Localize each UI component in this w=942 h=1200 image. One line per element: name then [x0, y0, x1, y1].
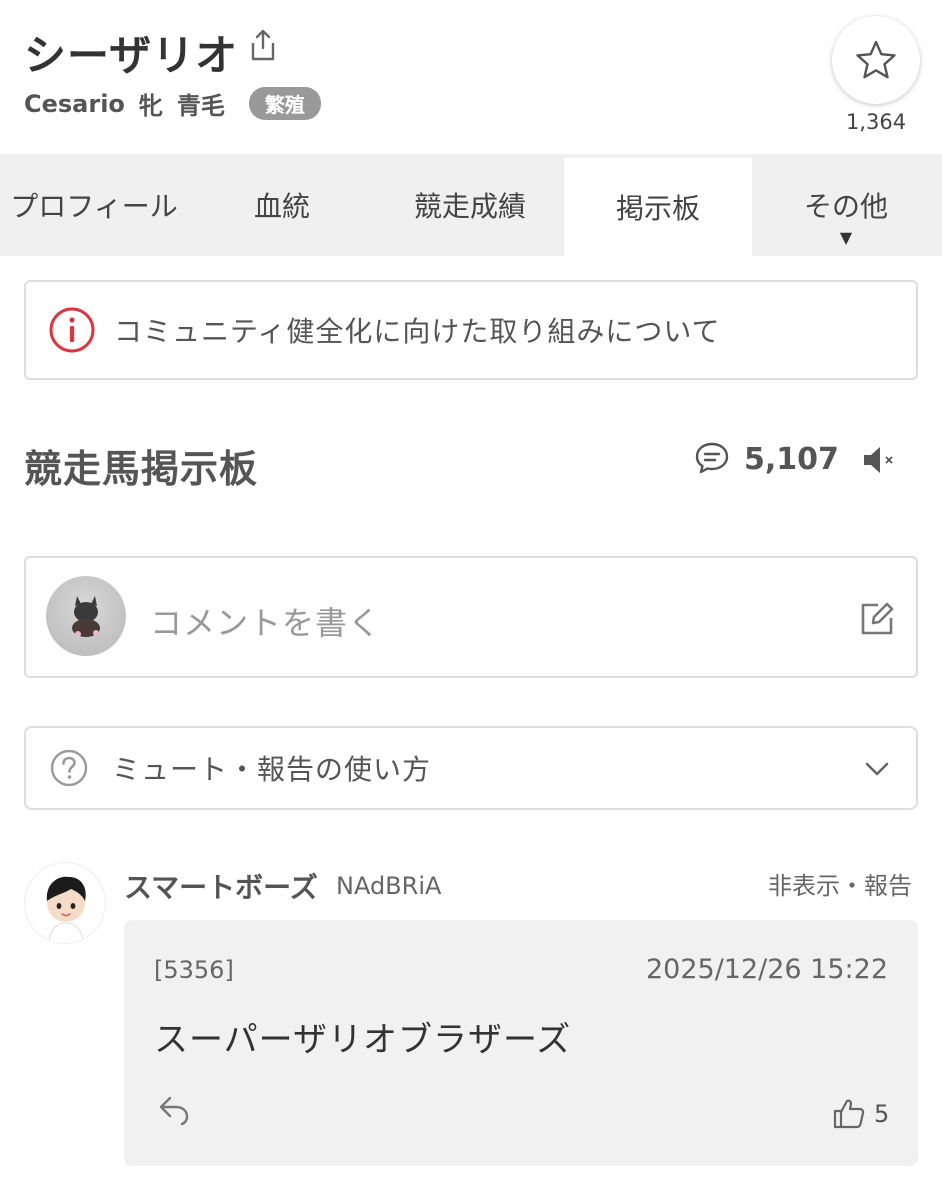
like-count: 5	[874, 1100, 890, 1128]
comment-bubble-icon	[695, 442, 729, 474]
chevron-down-icon	[865, 762, 889, 776]
avatar-image	[72, 596, 100, 637]
tab-label: その他	[803, 190, 888, 223]
tab-pedigree[interactable]: 血統	[188, 154, 376, 256]
tab-bar: プロフィール 血統 競走成績 掲示板 その他 ▼	[0, 154, 942, 256]
star-icon	[856, 40, 896, 79]
thumbs-up-icon[interactable]	[832, 1096, 866, 1130]
tab-board[interactable]: 掲示板	[564, 158, 752, 256]
horse-name-en: Cesario	[24, 89, 125, 118]
post-date: 2025/12/26 15:22	[645, 954, 888, 985]
community-notice[interactable]: コミュニティ健全化に向けた取り組みについて	[24, 280, 918, 380]
comment-count: 5,107	[744, 442, 839, 477]
horse-sex: 牝	[138, 92, 163, 120]
favorite-button[interactable]	[832, 16, 920, 104]
post-user-id: NAdBRiA	[336, 872, 442, 900]
board-title: 競走馬掲示板	[24, 447, 259, 491]
comment-compose[interactable]: コメントを書く	[24, 556, 918, 678]
horse-name: シーザリオ	[24, 31, 239, 80]
tab-label: 血統	[253, 190, 310, 223]
tab-other[interactable]: その他 ▼	[752, 154, 940, 256]
post-text: スーパーザリオブラザーズ	[154, 1020, 572, 1060]
comment-input[interactable]: コメントを書く	[150, 598, 381, 644]
info-icon	[49, 307, 95, 353]
horse-header: シーザリオ Cesario 牝 青毛 繁殖 1,364	[0, 0, 942, 154]
tab-label: プロフィール	[10, 190, 178, 223]
favorite-count: 1,364	[845, 110, 907, 134]
speaker-mute-icon[interactable]	[860, 442, 900, 478]
tab-label: 競走成績	[413, 190, 526, 223]
post-username[interactable]: スマートボーズ	[124, 866, 318, 906]
avatar[interactable]	[24, 862, 106, 944]
caret-down-icon: ▼	[839, 228, 853, 247]
mute-report-help[interactable]: ミュート・報告の使い方	[24, 726, 918, 810]
hide-report-link[interactable]: 非表示・報告	[768, 866, 912, 901]
question-icon	[50, 749, 88, 787]
reply-icon[interactable]	[156, 1090, 192, 1126]
edit-icon[interactable]	[858, 600, 896, 638]
tab-profile[interactable]: プロフィール	[0, 154, 188, 256]
tab-label: 掲示板	[615, 192, 700, 225]
horse-meta: Cesario 牝 青毛 繁殖	[24, 86, 321, 121]
notice-text: コミュニティ健全化に向けた取り組みについて	[114, 315, 721, 348]
help-label: ミュート・報告の使い方	[112, 753, 432, 786]
share-icon[interactable]	[248, 28, 278, 64]
post-body-box: [5356] 2025/12/26 15:22 スーパーザリオブラザーズ 5	[124, 920, 918, 1166]
post-number[interactable]: [5356]	[154, 956, 234, 984]
avatar	[46, 576, 126, 656]
status-badge: 繁殖	[248, 87, 321, 120]
horse-coat: 青毛	[176, 92, 225, 120]
tab-race-results[interactable]: 競走成績	[376, 154, 564, 256]
avatar-image	[46, 876, 86, 943]
